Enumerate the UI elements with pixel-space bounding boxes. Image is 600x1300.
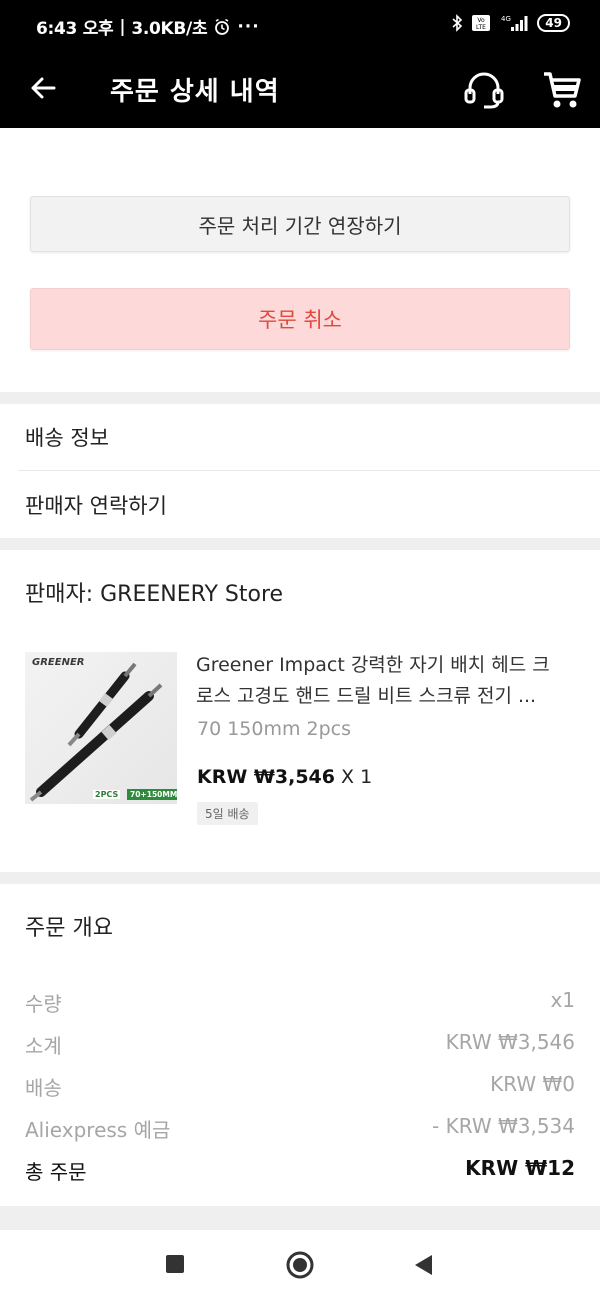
summary-row-total: 총 주문 KRW ₩12	[25, 1156, 575, 1185]
summary-row-deposit: Aliexpress 예금 - KRW ₩3,534	[25, 1114, 575, 1143]
recents-button[interactable]	[166, 1255, 184, 1273]
seller-name[interactable]: 판매자: GREENERY Store	[25, 576, 283, 608]
svg-text:Vo: Vo	[478, 17, 486, 24]
product-variant: 70 150mm 2pcs	[197, 718, 352, 740]
status-divider: |	[119, 16, 126, 37]
product-title-line2: 로스 고경도 핸드 드릴 비트 스크류 전기 ...	[196, 685, 537, 707]
volte-icon: Vo LTE	[472, 15, 491, 31]
summary-value: x1	[550, 988, 575, 1012]
order-summary-card: 주문 개요 수량 x1 소계 KRW ₩3,546 배송 KRW ₩0 Alie…	[0, 884, 600, 1206]
summary-label: Aliexpress 예금	[25, 1118, 171, 1142]
product-title[interactable]: Greener Impact 강력한 자기 배치 헤드 크 로스 고경도 핸드 …	[196, 650, 580, 712]
cancel-order-button[interactable]: 주문 취소	[30, 288, 570, 350]
svg-text:LTE: LTE	[476, 24, 486, 31]
status-time: 6:43 오후	[36, 19, 114, 39]
product-image-size: 70+150MM	[127, 789, 177, 800]
contact-seller-link[interactable]: 판매자 연락하기	[18, 471, 600, 538]
system-nav-bar	[0, 1230, 600, 1300]
back-button[interactable]	[412, 1253, 434, 1277]
summary-row-shipping: 배송 KRW ₩0	[25, 1072, 575, 1101]
order-links-card: 배송 정보 판매자 연락하기	[0, 404, 600, 538]
battery-icon: 49	[537, 14, 570, 32]
status-left: 6:43 오후 | 3.0KB/초 ···	[36, 14, 260, 40]
product-price-line: KRW ₩3,546 X 1	[197, 766, 372, 788]
total-value: KRW ₩12	[465, 1156, 575, 1180]
store-card: 판매자: GREENERY Store GREENER 2PCS 70+150M…	[0, 550, 600, 872]
product-quantity: X 1	[341, 766, 373, 788]
svg-text:4G: 4G	[501, 15, 511, 23]
order-actions-card: 주문 처리 기간 연장하기 주문 취소	[0, 128, 600, 392]
summary-value: KRW ₩0	[490, 1072, 575, 1096]
summary-label: 수량	[25, 992, 62, 1016]
product-price: KRW ₩3,546	[197, 766, 335, 788]
status-right: Vo LTE 4G 49	[451, 14, 570, 32]
drill-bits-illustration	[29, 662, 163, 802]
back-arrow-icon[interactable]	[26, 70, 62, 106]
signal-icon: 4G	[501, 15, 528, 31]
product-image[interactable]: GREENER 2PCS 70+150MM	[25, 652, 177, 804]
product-image-pcs: 2PCS	[93, 790, 121, 799]
alarm-icon	[215, 18, 230, 35]
shipping-info-link[interactable]: 배송 정보	[18, 404, 600, 471]
bluetooth-icon	[452, 14, 463, 32]
headset-icon[interactable]	[460, 66, 508, 114]
summary-title: 주문 개요	[25, 916, 113, 941]
extend-processing-button[interactable]: 주문 처리 기간 연장하기	[30, 196, 570, 252]
status-bar: 6:43 오후 | 3.0KB/초 ··· Vo LTE 4G 49	[0, 0, 600, 52]
cart-icon[interactable]	[540, 68, 584, 112]
status-speed: 3.0KB/초	[131, 19, 208, 39]
shipping-time-badge: 5일 배송	[197, 802, 258, 825]
app-header: 주문 상세 내역	[0, 52, 600, 128]
summary-value: - KRW ₩3,534	[432, 1114, 575, 1138]
summary-value: KRW ₩3,546	[445, 1030, 575, 1054]
home-button[interactable]	[285, 1250, 315, 1280]
total-label: 총 주문	[25, 1160, 87, 1184]
summary-row-quantity: 수량 x1	[25, 988, 575, 1017]
more-icon: ···	[237, 16, 260, 37]
page-title: 주문 상세 내역	[110, 77, 280, 107]
summary-row-subtotal: 소계 KRW ₩3,546	[25, 1030, 575, 1059]
summary-label: 소계	[25, 1034, 62, 1058]
summary-label: 배송	[25, 1076, 62, 1100]
product-title-line1: Greener Impact 강력한 자기 배치 헤드 크	[196, 654, 550, 676]
